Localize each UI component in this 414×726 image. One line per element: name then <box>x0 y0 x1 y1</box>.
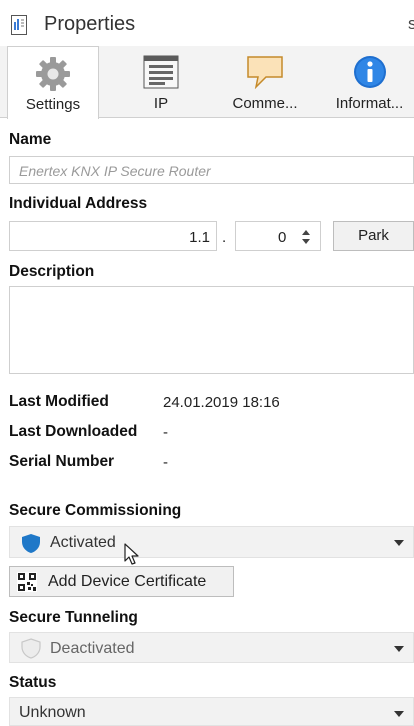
info-icon <box>353 56 386 88</box>
panel-header: Properties s <box>0 0 414 46</box>
name-label: Name <box>9 131 52 148</box>
address-device-value: 0 <box>278 229 287 246</box>
tab-settings[interactable]: Settings <box>7 46 99 119</box>
spinner-icon[interactable] <box>301 227 311 247</box>
mouse-cursor-icon <box>124 543 139 565</box>
qr-code-icon <box>17 572 37 592</box>
secure-tunneling-dropdown[interactable]: Deactivated <box>9 632 414 663</box>
serial-number-label: Serial Number <box>9 453 115 470</box>
tab-bar: Settings IP Comme... Informat... <box>0 46 414 119</box>
address-device-field[interactable]: 0 <box>235 221 321 251</box>
shield-outline-icon <box>21 638 41 659</box>
last-modified-value: 24.01.2019 18:16 <box>163 394 280 411</box>
address-area-line-field[interactable]: 1.1 <box>9 221 217 251</box>
panel-edge-glyph: s <box>408 14 414 33</box>
last-modified-label: Last Modified <box>9 393 109 410</box>
properties-icon <box>11 15 27 35</box>
add-device-certificate-label: Add Device Certificate <box>48 573 207 590</box>
secure-commissioning-label: Secure Commissioning <box>9 502 182 519</box>
address-separator: . <box>222 229 227 246</box>
status-label: Status <box>9 674 57 691</box>
individual-address-label: Individual Address <box>9 195 148 212</box>
ip-icon <box>143 55 179 89</box>
tab-information[interactable]: Informat... <box>325 46 414 118</box>
status-value: Unknown <box>19 704 86 721</box>
secure-commissioning-dropdown[interactable]: Activated <box>9 526 414 558</box>
last-downloaded-value: - <box>163 424 168 441</box>
chevron-down-icon <box>394 646 404 652</box>
tab-information-label: Informat... <box>335 95 404 112</box>
tab-ip-label: IP <box>153 95 169 112</box>
serial-number-value: - <box>163 454 168 471</box>
add-device-certificate-button[interactable]: Add Device Certificate <box>9 566 234 597</box>
name-placeholder: Enertex KNX IP Secure Router <box>19 163 211 179</box>
address-area-line-value: 1.1 <box>189 229 210 246</box>
tab-comment[interactable]: Comme... <box>220 46 310 118</box>
description-field[interactable] <box>9 286 414 374</box>
comment-icon <box>247 56 283 89</box>
chevron-down-icon <box>394 540 404 546</box>
park-button[interactable]: Park <box>333 221 414 251</box>
gear-icon <box>36 57 70 91</box>
shield-icon <box>22 534 40 553</box>
secure-tunneling-value: Deactivated <box>50 640 135 657</box>
tab-ip[interactable]: IP <box>116 46 206 118</box>
chevron-down-icon <box>394 711 404 717</box>
description-label: Description <box>9 263 95 280</box>
secure-commissioning-value: Activated <box>50 534 116 551</box>
last-downloaded-label: Last Downloaded <box>9 423 138 440</box>
tab-settings-label: Settings <box>25 96 81 113</box>
tab-comment-label: Comme... <box>232 95 298 112</box>
panel-title: Properties <box>44 13 136 35</box>
secure-tunneling-label: Secure Tunneling <box>9 609 138 626</box>
name-field[interactable]: Enertex KNX IP Secure Router <box>9 156 414 184</box>
status-dropdown[interactable]: Unknown <box>9 697 414 726</box>
